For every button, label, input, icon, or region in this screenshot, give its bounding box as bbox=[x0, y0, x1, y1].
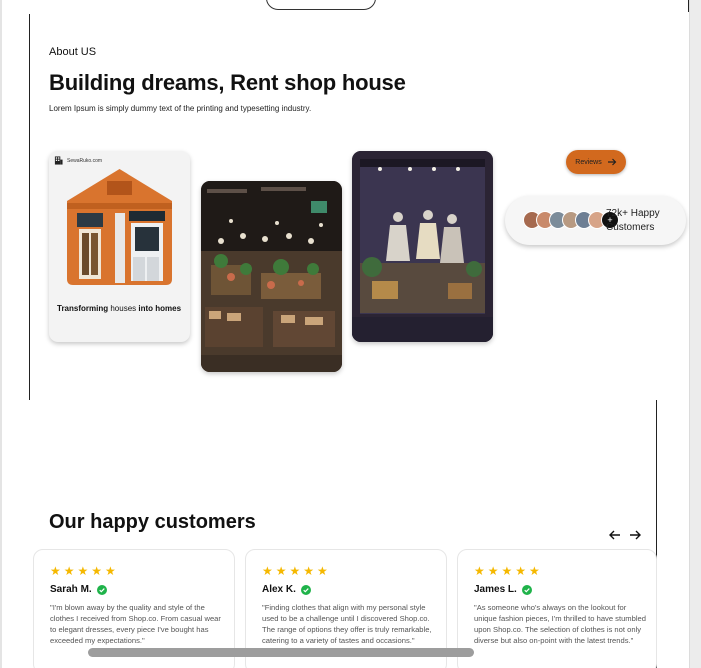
happy-customers-badge: + 72k+ Happy Customers bbox=[505, 196, 686, 245]
guide-line bbox=[29, 14, 30, 400]
about-subtitle: Lorem Ipsum is simply dummy text of the … bbox=[49, 104, 312, 113]
arrow-right-icon[interactable] bbox=[628, 529, 642, 541]
reviewer: James L. bbox=[474, 584, 532, 595]
reviewer-name: Sarah M. bbox=[50, 584, 92, 595]
star-rating: ★★★★★ bbox=[262, 564, 331, 578]
reviewer-name: Alex K. bbox=[262, 584, 296, 595]
reviews-button[interactable]: Reviews bbox=[566, 150, 626, 174]
guide-line bbox=[688, 0, 689, 12]
horizontal-scrollbar[interactable] bbox=[88, 648, 474, 657]
star-rating: ★★★★★ bbox=[50, 564, 119, 578]
page-headline: Building dreams, Rent shop house bbox=[49, 70, 406, 95]
reviewer: Alex K. bbox=[262, 584, 311, 595]
brand-card: SewaRuko.com Transforming houses into ho… bbox=[49, 151, 190, 342]
reviews-button-label: Reviews bbox=[575, 158, 602, 166]
window-left-edge bbox=[0, 0, 2, 668]
customers-section-title: Our happy customers bbox=[49, 511, 256, 533]
brand-tagline: Transforming houses into homes bbox=[57, 304, 182, 313]
avatar-group: + bbox=[523, 211, 619, 229]
about-label: About US bbox=[49, 46, 97, 58]
review-text: "As someone who's always on the lookout … bbox=[474, 603, 646, 645]
reviewer: Sarah M. bbox=[50, 584, 107, 595]
brand-name: SewaRuko.com bbox=[67, 157, 103, 164]
store-interior-image bbox=[201, 181, 342, 372]
store-interior-illustration bbox=[201, 181, 342, 372]
verified-check-icon bbox=[521, 584, 532, 595]
happy-customers-text: 72k+ Happy Customers bbox=[606, 208, 660, 233]
review-text: "Finding clothes that align with my pers… bbox=[262, 603, 432, 645]
verified-check-icon bbox=[300, 584, 311, 595]
window-scrollbar-track[interactable] bbox=[689, 0, 701, 668]
shop-window-image bbox=[352, 151, 493, 342]
shop-window-illustration bbox=[352, 151, 493, 342]
arrow-right-icon bbox=[607, 158, 617, 166]
building-icon bbox=[54, 156, 63, 165]
top-pill-button[interactable] bbox=[266, 0, 376, 10]
review-text: "I'm blown away by the quality and style… bbox=[50, 603, 221, 645]
reviewer-name: James L. bbox=[474, 584, 517, 595]
arrow-left-icon[interactable] bbox=[608, 529, 622, 541]
brand-row: SewaRuko.com bbox=[54, 156, 102, 165]
verified-check-icon bbox=[96, 584, 107, 595]
shop-house-image bbox=[67, 169, 172, 285]
review-card: ★★★★★ James L. "As someone who's always … bbox=[457, 549, 657, 668]
star-rating: ★★★★★ bbox=[474, 564, 543, 578]
